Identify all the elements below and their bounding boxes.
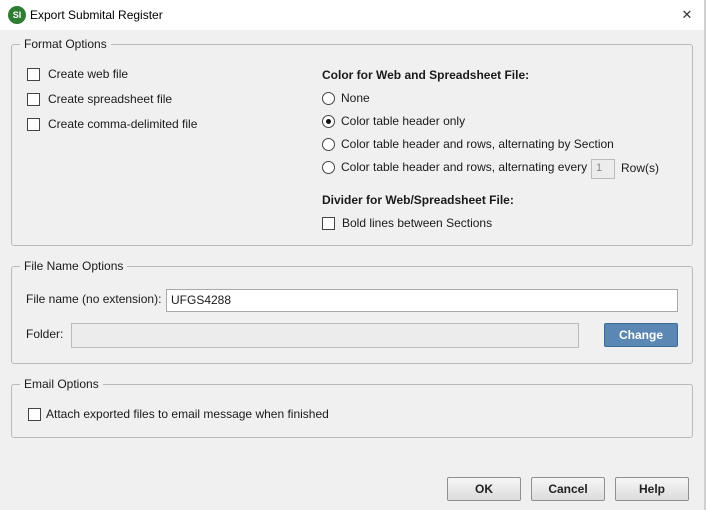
ok-button[interactable]: OK [447, 477, 521, 501]
folder-label: Folder: [26, 327, 64, 341]
attach-files-checkbox[interactable] [28, 408, 41, 421]
color-header-only-label: Color table header only [341, 114, 466, 128]
create-web-file-checkbox[interactable] [27, 68, 40, 81]
divider-heading: Divider for Web/Spreadsheet File: [322, 193, 514, 207]
color-none-radio[interactable] [322, 92, 335, 105]
file-name-label: File name (no extension): [26, 292, 162, 306]
file-name-options-legend: File Name Options [24, 259, 124, 273]
attach-files-label: Attach exported files to email message w… [46, 407, 329, 421]
folder-input[interactable] [71, 323, 579, 348]
rows-suffix-label: Row(s) [621, 161, 659, 175]
close-icon[interactable]: ✕ [672, 3, 702, 27]
color-by-section-radio[interactable] [322, 138, 335, 151]
color-header-only-radio[interactable] [322, 115, 335, 128]
create-comma-delimited-checkbox[interactable] [27, 118, 40, 131]
create-spreadsheet-file-label: Create spreadsheet file [48, 92, 173, 106]
color-by-section-label: Color table header and rows, alternating… [341, 137, 614, 151]
app-logo-icon: SI [8, 6, 26, 24]
cancel-button[interactable]: Cancel [531, 477, 605, 501]
email-options-legend: Email Options [24, 377, 99, 391]
create-web-file-label: Create web file [48, 67, 129, 81]
color-heading: Color for Web and Spreadsheet File: [322, 68, 530, 82]
color-none-label: None [341, 91, 370, 105]
create-comma-delimited-label: Create comma-delimited file [48, 117, 198, 131]
create-spreadsheet-file-checkbox[interactable] [27, 93, 40, 106]
color-every-rows-label: Color table header and rows, alternating… [341, 160, 588, 174]
rows-count-input[interactable]: 1 [591, 159, 615, 179]
format-options-legend: Format Options [24, 37, 107, 51]
help-button[interactable]: Help [615, 477, 689, 501]
window-title: Export Submital Register [30, 8, 163, 22]
file-name-input[interactable]: UFGS4288 [166, 289, 678, 312]
bold-lines-label: Bold lines between Sections [342, 216, 493, 230]
change-folder-button[interactable]: Change [604, 323, 678, 347]
title-bar: SI Export Submital Register ✕ [0, 0, 706, 30]
color-every-rows-radio[interactable] [322, 161, 335, 174]
bold-lines-checkbox[interactable] [322, 217, 335, 230]
